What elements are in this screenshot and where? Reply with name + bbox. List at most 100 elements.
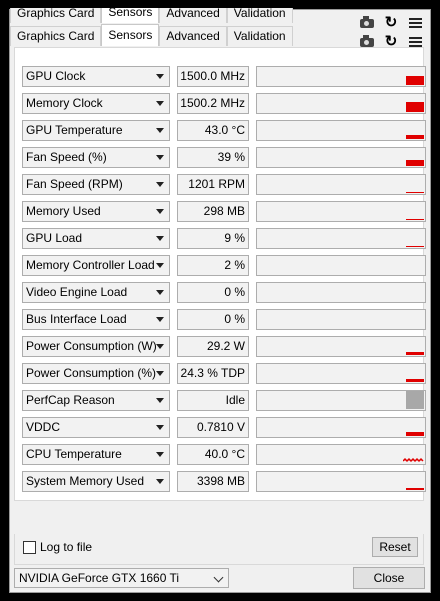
sensor-name: Power Consumption (%) — [26, 366, 157, 380]
sensor-name-dropdown[interactable]: Bus Interface Load — [22, 309, 170, 330]
sensor-graph — [256, 201, 426, 222]
dropdown-arrow-icon — [156, 425, 164, 430]
sensors-panel: GPU Clock 1500.0 MHz Memory Clock 1500.2 MH… — [14, 47, 426, 501]
sensor-value: 3398 MB — [177, 471, 249, 492]
graph-bar — [406, 246, 424, 247]
sensor-value: 40.0 °C — [177, 444, 249, 465]
sensor-graph — [256, 336, 426, 357]
sensor-row: PerfCap Reason Idle — [22, 390, 426, 411]
tab-strip: Graphics Card Sensors Advanced Validatio… — [10, 24, 293, 46]
ghost-tab-advanced: Advanced — [159, 8, 227, 23]
ghost-tab-strip: Graphics Card Sensors Advanced Validatio… — [10, 8, 293, 23]
device-select[interactable]: NVIDIA GeForce GTX 1660 Ti — [14, 568, 229, 588]
sensor-name: Video Engine Load — [26, 285, 128, 299]
sensor-row: Video Engine Load 0 % — [22, 282, 426, 303]
sensor-row: VDDC 0.7810 V — [22, 417, 426, 438]
sensor-value: 298 MB — [177, 201, 249, 222]
tab-advanced[interactable]: Advanced — [159, 26, 227, 46]
sensor-row: Memory Clock 1500.2 MHz — [22, 93, 426, 114]
reset-button[interactable]: Reset — [372, 537, 418, 557]
sensor-name-dropdown[interactable]: GPU Load — [22, 228, 170, 249]
sensor-graph — [256, 309, 426, 330]
sensor-name-dropdown[interactable]: GPU Temperature — [22, 120, 170, 141]
sensor-name-dropdown[interactable]: CPU Temperature — [22, 444, 170, 465]
sensor-name: GPU Clock — [26, 69, 86, 83]
sensor-name-dropdown[interactable]: Fan Speed (%) — [22, 147, 170, 168]
log-to-file-label: Log to file — [40, 540, 93, 554]
tab-sensors[interactable]: Sensors — [101, 24, 160, 46]
dropdown-arrow-icon — [156, 290, 164, 295]
sensor-graph — [256, 255, 426, 276]
sensor-name-dropdown[interactable]: Memory Controller Load — [22, 255, 170, 276]
sensor-name-dropdown[interactable]: Fan Speed (RPM) — [22, 174, 170, 195]
ghost-tab-graphics-card: Graphics Card — [10, 8, 102, 23]
dropdown-arrow-icon — [156, 317, 164, 322]
sensor-name: CPU Temperature — [26, 447, 122, 461]
sensor-value: 0.7810 V — [177, 417, 249, 438]
refresh-icon: ↻ — [384, 14, 398, 31]
sensor-name-dropdown[interactable]: GPU Clock — [22, 66, 170, 87]
sensor-name-dropdown[interactable]: System Memory Used — [22, 471, 170, 492]
sensor-row: System Memory Used 3398 MB — [22, 471, 426, 492]
sensor-graph — [256, 282, 426, 303]
sensor-name-dropdown[interactable]: Memory Used — [22, 201, 170, 222]
dropdown-arrow-icon — [156, 236, 164, 241]
sensor-name-dropdown[interactable]: Power Consumption (%) — [22, 363, 170, 384]
tab-validation[interactable]: Validation — [226, 26, 293, 46]
checkbox-box[interactable] — [23, 540, 36, 554]
sensor-name-dropdown[interactable]: VDDC — [22, 417, 170, 438]
graph-bar — [406, 102, 424, 112]
sensor-name: Fan Speed (%) — [26, 150, 107, 164]
sensor-name: Bus Interface Load — [26, 312, 127, 326]
dropdown-arrow-icon — [156, 452, 164, 457]
sensor-name: VDDC — [26, 420, 61, 434]
sensor-value: 9 % — [177, 228, 249, 249]
sensor-name: GPU Load — [26, 231, 83, 245]
sensor-value: 1201 RPM — [177, 174, 249, 195]
tab-graphics-card[interactable]: Graphics Card — [10, 26, 102, 46]
ghost-toolbar: ↻ — [358, 14, 424, 31]
sensor-graph — [256, 147, 426, 168]
graph-bar — [406, 219, 424, 220]
log-to-file-checkbox[interactable]: Log to file — [23, 540, 92, 554]
device-select-value: NVIDIA GeForce GTX 1660 Ti — [19, 571, 180, 585]
sensor-value: 0 % — [177, 309, 249, 330]
dropdown-arrow-icon — [156, 479, 164, 484]
sensor-row: Power Consumption (W) 29.2 W — [22, 336, 426, 357]
dropdown-arrow-icon — [156, 209, 164, 214]
sensor-name: GPU Temperature — [26, 123, 123, 137]
sensor-name-dropdown[interactable]: PerfCap Reason — [22, 390, 170, 411]
sensor-value: 2 % — [177, 255, 249, 276]
dropdown-arrow-icon — [156, 182, 164, 187]
sensor-name-dropdown[interactable]: Video Engine Load — [22, 282, 170, 303]
dropdown-arrow-icon — [156, 128, 164, 133]
sensor-graph — [256, 93, 426, 114]
sensor-name: PerfCap Reason — [26, 393, 115, 407]
sensor-value: Idle — [177, 390, 249, 411]
sensor-name: System Memory Used — [26, 474, 145, 488]
sensor-value: 43.0 °C — [177, 120, 249, 141]
graph-bar — [406, 135, 424, 139]
sensor-value: 1500.0 MHz — [177, 66, 249, 87]
graph-bar — [406, 352, 424, 355]
sensor-value: 39 % — [177, 147, 249, 168]
sensor-row: Memory Used 298 MB — [22, 201, 426, 222]
sensor-name-dropdown[interactable]: Power Consumption (W) — [22, 336, 170, 357]
sensor-row: Bus Interface Load 0 % — [22, 309, 426, 330]
sensor-row: Fan Speed (%) 39 % — [22, 147, 426, 168]
sensor-graph — [256, 228, 426, 249]
dropdown-arrow-icon — [156, 74, 164, 79]
sensor-name-dropdown[interactable]: Memory Clock — [22, 93, 170, 114]
dropdown-arrow-icon — [156, 344, 164, 349]
gpuz-window: Graphics Card Sensors Advanced Validatio… — [9, 8, 431, 593]
sensor-value: 24.3 % TDP — [177, 363, 249, 384]
sensor-name: Memory Controller Load — [26, 258, 155, 272]
sensor-row: GPU Clock 1500.0 MHz — [22, 66, 426, 87]
sensor-row: Fan Speed (RPM) 1201 RPM — [22, 174, 426, 195]
sensor-row: CPU Temperature 40.0 °C — [22, 444, 426, 465]
close-button[interactable]: Close — [353, 567, 425, 589]
sensor-value: 0 % — [177, 282, 249, 303]
graph-sparkline — [403, 457, 424, 463]
sensor-graph — [256, 471, 426, 492]
graph-bar — [406, 76, 424, 85]
